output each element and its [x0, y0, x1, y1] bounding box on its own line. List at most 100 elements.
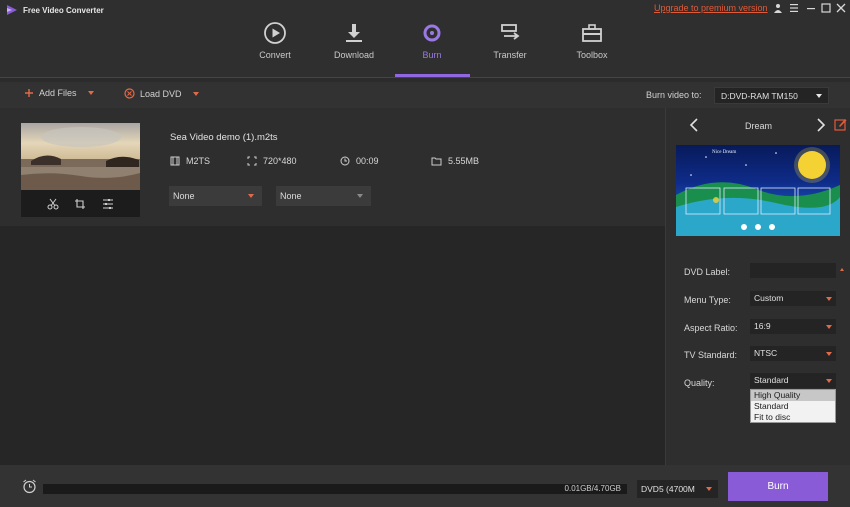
plus-icon — [25, 89, 33, 97]
dvd-label-input[interactable] — [750, 263, 836, 278]
quality-dropdown-list: High Quality Standard Fit to disc — [750, 389, 836, 423]
app-logo-icon — [7, 5, 17, 15]
tab-convert[interactable]: Convert — [240, 20, 310, 76]
aspect-ratio-value: 16:9 — [754, 321, 771, 331]
file-resolution-value: 720*480 — [263, 156, 297, 166]
thumbnail-image — [21, 123, 140, 190]
tab-toolbox[interactable]: Toolbox — [557, 20, 627, 76]
tv-standard-value: NTSC — [754, 348, 778, 358]
chevron-down-icon — [706, 487, 712, 491]
burn-target-select[interactable]: D:DVD-RAM TM150 — [714, 87, 829, 104]
app-logo: Free Video Converter — [6, 4, 104, 16]
tab-download[interactable]: Download — [319, 20, 389, 76]
tab-download-label: Download — [333, 50, 375, 60]
tab-toolbox-label: Toolbox — [576, 50, 608, 60]
disc-type-value: DVD5 (4700M — [641, 484, 695, 494]
film-icon — [170, 156, 180, 166]
file-row[interactable]: Sea Video demo (1).m2ts M2TS 720*480 00:… — [0, 108, 665, 226]
subtitle-select[interactable]: None — [169, 186, 262, 206]
add-files-dropdown-icon[interactable] — [87, 91, 94, 95]
dvd-icon — [124, 88, 135, 99]
quality-value: Standard — [754, 375, 789, 385]
audio-select-value: None — [280, 191, 302, 201]
tab-transfer[interactable]: Transfer — [475, 20, 545, 76]
audio-select[interactable]: None — [276, 186, 371, 206]
bottom-bar: 0.01GB/4.70GB DVD5 (4700M Burn — [0, 465, 850, 507]
file-name: Sea Video demo (1).m2ts — [170, 132, 278, 143]
folder-icon — [431, 157, 442, 166]
add-files-label: Add Files — [39, 88, 77, 98]
download-icon — [346, 24, 362, 42]
maximize-icon[interactable] — [820, 2, 832, 14]
add-files-button[interactable]: Add Files — [24, 88, 94, 98]
tab-burn-label: Burn — [422, 50, 442, 60]
file-format-value: M2TS — [186, 156, 211, 166]
chevron-down-icon — [826, 297, 832, 301]
file-duration-value: 00:09 — [356, 156, 379, 166]
quality-label: Quality: — [684, 378, 715, 388]
minimize-icon[interactable] — [805, 2, 817, 14]
file-format: M2TS — [170, 156, 210, 166]
burn-button[interactable]: Burn — [728, 472, 828, 501]
scissors-icon[interactable] — [47, 198, 59, 210]
burn-video-to-label: Burn video to: — [646, 90, 702, 100]
chevron-down-icon — [357, 194, 363, 198]
tab-burn[interactable]: Burn — [397, 20, 467, 76]
load-dvd-button[interactable]: Load DVD — [124, 88, 199, 99]
file-list: Sea Video demo (1).m2ts M2TS 720*480 00:… — [0, 108, 665, 465]
quality-option[interactable]: Standard — [751, 401, 835, 412]
transfer-icon — [501, 24, 520, 40]
aspect-ratio-select[interactable]: 16:9 — [750, 319, 836, 334]
subtitle-select-value: None — [173, 191, 195, 201]
play-circle-icon — [264, 22, 286, 44]
quality-option[interactable]: Fit to disc — [751, 412, 835, 423]
user-icon[interactable] — [772, 2, 784, 14]
file-size-value: 5.55MB — [448, 156, 480, 166]
template-preview: Nice Dream — [676, 145, 840, 236]
template-name: Dream — [744, 121, 772, 131]
disc-icon — [423, 24, 441, 42]
dvd-label-label: DVD Label: — [684, 267, 731, 277]
disc-capacity-bar: 0.01GB/4.70GB — [43, 484, 627, 494]
tab-transfer-label: Transfer — [493, 50, 527, 60]
aspect-ratio-label: Aspect Ratio: — [684, 323, 738, 333]
header-divider — [0, 77, 850, 78]
load-dvd-dropdown-icon[interactable] — [192, 91, 199, 96]
close-icon[interactable] — [835, 2, 847, 14]
burn-target-value: D:DVD-RAM TM150 — [721, 91, 798, 101]
menu-type-value: Custom — [754, 293, 784, 303]
quality-select[interactable]: Standard — [750, 373, 836, 388]
chevron-down-icon — [826, 325, 832, 329]
tv-standard-label: TV Standard: — [684, 350, 738, 360]
disc-capacity-text: 0.01GB/4.70GB — [564, 484, 621, 493]
toolbar: Add Files Load DVD Burn video to: D:DVD-… — [0, 82, 850, 108]
chevron-down-icon — [826, 379, 832, 383]
menu-icon[interactable] — [788, 2, 800, 14]
menu-template-panel: Dream Nice Dream DVD Label: Menu Type: C… — [665, 108, 850, 465]
top-bar: Free Video Converter Upgrade to premium … — [0, 0, 850, 77]
caret-up-icon — [840, 268, 844, 271]
chevron-down-icon — [826, 352, 832, 356]
resize-icon — [247, 156, 257, 166]
file-resolution: 720*480 — [247, 156, 297, 166]
menu-type-select[interactable]: Custom — [750, 291, 836, 306]
chevron-down-icon — [816, 94, 822, 98]
adjust-icon[interactable] — [102, 198, 114, 210]
preview-title: Nice Dream — [712, 150, 737, 155]
alarm-clock-icon[interactable] — [22, 479, 37, 494]
disc-type-select[interactable]: DVD5 (4700M — [637, 480, 718, 498]
file-size: 5.55MB — [431, 156, 479, 166]
quality-option[interactable]: High Quality — [751, 390, 835, 401]
tab-convert-label: Convert — [259, 50, 291, 60]
crop-icon[interactable] — [74, 198, 86, 210]
file-duration: 00:09 — [340, 156, 379, 166]
clock-icon — [340, 156, 350, 166]
app-title: Free Video Converter — [23, 5, 104, 15]
video-thumbnail[interactable] — [21, 123, 140, 217]
load-dvd-label: Load DVD — [140, 88, 182, 99]
upgrade-link[interactable]: Upgrade to premium version — [654, 3, 768, 13]
chevron-down-icon — [248, 194, 254, 198]
menu-type-label: Menu Type: — [684, 295, 731, 305]
tv-standard-select[interactable]: NTSC — [750, 346, 836, 361]
toolbox-icon — [582, 24, 602, 42]
